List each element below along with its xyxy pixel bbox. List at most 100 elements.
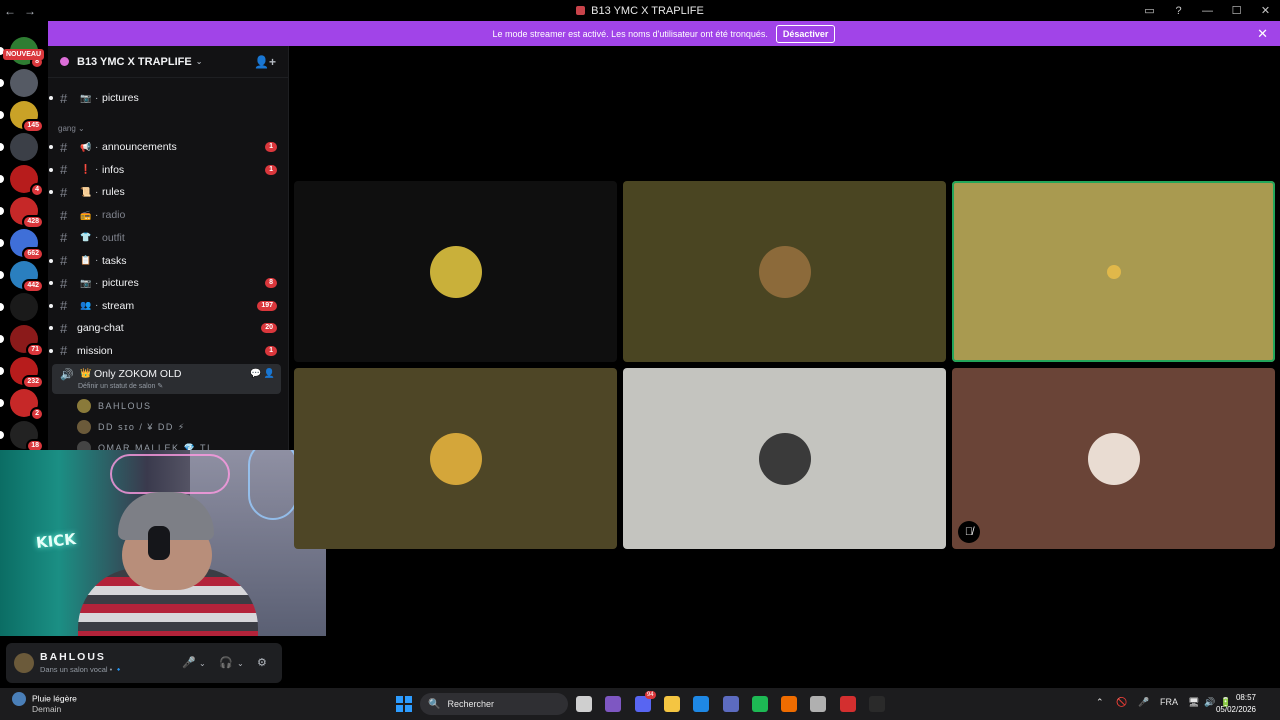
channel-pictures[interactable]: # 📷 · pictures 8 (48, 272, 288, 294)
avatar (429, 245, 482, 298)
chevron-down-icon[interactable]: ⌄ (237, 659, 244, 668)
voice-member[interactable]: DD ꜱɪᴏ / ¥ DD ⚡ (77, 418, 186, 436)
maximize-button[interactable]: ☐ (1222, 4, 1251, 17)
server-icon[interactable]: 18 (10, 421, 44, 453)
close-button[interactable]: ✕ (1251, 4, 1280, 17)
participant-tile[interactable]: 🎙̸ (952, 368, 1275, 549)
server-name: B13 YMC X TRAPLIFE (77, 55, 192, 68)
server-icon[interactable]: 4 (10, 165, 44, 197)
taskbar-app-icon[interactable] (576, 696, 592, 712)
separator-dot: · (95, 277, 99, 289)
server-icon[interactable]: 232 (10, 357, 44, 389)
weather-title: Pluie légère (32, 693, 77, 704)
webcam-overlay: KICK (0, 450, 326, 636)
mention-badge: 1 (265, 345, 277, 356)
participant-tile[interactable] (294, 368, 617, 549)
window-controls: ▭ ? — ☐ ✕ (1135, 0, 1280, 21)
disable-streamer-button[interactable]: Désactiver (775, 24, 836, 43)
avatar (1106, 264, 1121, 279)
participant-tile[interactable] (294, 181, 617, 362)
invite-icon[interactable]: 👤+ (254, 55, 276, 69)
server-header[interactable]: B13 YMC X TRAPLIFE ⌄ 👤+ (48, 46, 288, 78)
channel-gang-chat[interactable]: # gang-chat 20 (48, 317, 288, 339)
participant-tile[interactable] (623, 368, 946, 549)
channel-infos[interactable]: # ❗ · infos 1 (48, 159, 288, 181)
channel-mission[interactable]: # mission 1 (48, 340, 288, 362)
channel-pictures-top[interactable]: # 📷 · pictures (48, 87, 288, 109)
taskbar-app-icon[interactable] (693, 696, 710, 712)
tray-icon[interactable]: 🔋 (1220, 697, 1231, 708)
windows-start-icon[interactable] (396, 696, 412, 712)
channel-name: radio (102, 209, 126, 222)
weather-subtitle: Demain (32, 704, 62, 714)
weather-widget[interactable]: Pluie légère Demain (12, 692, 77, 714)
back-arrow-icon[interactable]: ← (0, 4, 20, 18)
taskbar-app-icon[interactable]: 94 (634, 691, 656, 712)
server-icon[interactable] (10, 293, 38, 321)
taskbar-app-icon[interactable] (839, 696, 856, 712)
channel-announcements[interactable]: # 📢 · announcements 1 (48, 136, 288, 158)
inbox-icon[interactable]: ▭ (1135, 4, 1164, 17)
participant-tile[interactable] (623, 181, 946, 362)
server-icon[interactable]: 442 (10, 261, 44, 293)
taskbar-app-icon[interactable] (781, 696, 798, 712)
taskbar-app-icon[interactable] (722, 696, 739, 712)
server-icon[interactable] (10, 133, 38, 161)
forward-arrow-icon[interactable]: → (20, 4, 40, 18)
voice-channel-status[interactable]: Définir un statut de salon ✎ (78, 382, 163, 390)
separator-dot: · (95, 92, 99, 104)
neon-light (248, 450, 298, 520)
help-icon[interactable]: ? (1164, 5, 1193, 17)
tray-icon[interactable]: ⌃ (1096, 697, 1104, 708)
unread-dot (49, 258, 53, 263)
tray-icon[interactable]: 🔊 (1204, 697, 1215, 708)
taskbar-app-icon[interactable] (663, 696, 680, 712)
taskbar-app-icon[interactable] (751, 696, 768, 712)
server-icon[interactable]: 662 (10, 229, 44, 261)
channel-outfit[interactable]: # 👕 · outfit (48, 227, 288, 249)
channel-emoji: ❗ (80, 164, 92, 175)
participant-tile[interactable] (952, 181, 1275, 362)
channel-name: infos (102, 163, 125, 176)
tray-icon[interactable]: 🖥 (1188, 697, 1199, 708)
channel-emoji: 📋 (80, 255, 92, 265)
webcam-sign: KICK (35, 529, 77, 553)
server-mention-badge: 4 (30, 183, 44, 197)
channel-emoji: 📷 (80, 92, 92, 103)
channel-rules[interactable]: # 📜 · rules (48, 181, 288, 203)
voice-member[interactable]: BAHLOUS (77, 397, 152, 415)
voice-channel-only-zokom[interactable]: 🔊 👑 Only ZOKOM OLD Définir un statut de … (52, 364, 281, 394)
server-icon[interactable]: 145 (10, 101, 44, 133)
tray-icon[interactable]: FRA (1160, 697, 1178, 707)
server-icon[interactable]: 428 (10, 197, 44, 229)
separator-dot: · (95, 164, 99, 176)
user-name: BAHLOUS (40, 651, 106, 663)
channel-name: gang-chat (77, 322, 124, 334)
taskbar-app-icon[interactable] (605, 696, 622, 712)
channel-tasks[interactable]: # 📋 · tasks (48, 250, 288, 272)
taskbar-search[interactable]: 🔍 Rechercher (420, 693, 568, 715)
minimize-button[interactable]: — (1193, 5, 1222, 17)
server-icon[interactable] (10, 69, 38, 97)
channel-radio[interactable]: # 📻 · radio (48, 204, 288, 226)
server-icon[interactable]: 2 (10, 389, 44, 421)
headset-icon[interactable]: 🎧 (219, 656, 233, 669)
taskbar-app-icon[interactable] (810, 696, 827, 712)
banner-close-icon[interactable]: ✕ (1257, 26, 1268, 42)
voice-channel-actions-icon[interactable]: 💬 👤 (250, 368, 275, 379)
chevron-down-icon[interactable]: ⌄ (199, 659, 206, 668)
gear-icon[interactable]: ⚙ (257, 656, 267, 669)
tray-icon[interactable]: 🚫 (1116, 697, 1127, 708)
channel-emoji: 👥 (80, 300, 92, 311)
unread-pill (0, 335, 4, 343)
avatar[interactable] (14, 653, 34, 673)
category-gang[interactable]: gang ⌄ (58, 124, 85, 133)
microphone-icon[interactable]: 🎤 (182, 656, 196, 669)
taskbar-app-icon[interactable] (869, 696, 885, 712)
unread-dot (49, 96, 53, 100)
unread-pill (0, 175, 4, 183)
unread-pill (0, 271, 4, 279)
server-icon[interactable]: 71 (10, 325, 44, 357)
tray-icon[interactable]: 🎤 (1138, 697, 1149, 708)
channel-stream[interactable]: # 👥 · stream 197 (48, 295, 288, 317)
